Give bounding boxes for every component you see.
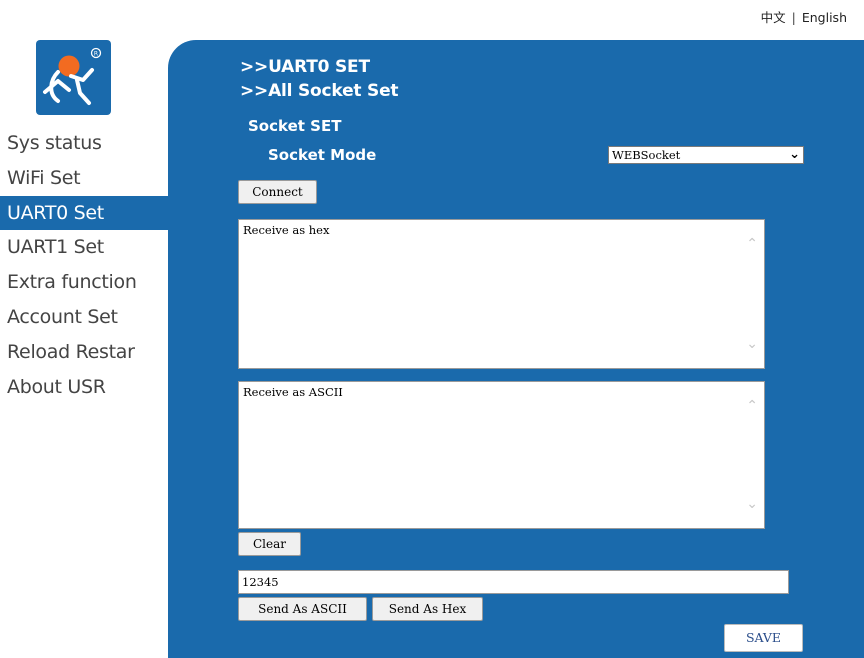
section-title-socket-set: Socket SET xyxy=(248,117,342,135)
receive-ascii-textarea[interactable]: Receive as ASCII ⌃ ⌄ xyxy=(238,381,765,529)
breadcrumb-uart0-set[interactable]: >>UART0 SET xyxy=(240,57,370,77)
receive-ascii-text: Receive as ASCII xyxy=(243,385,343,399)
scroll-up-icon[interactable]: ⌃ xyxy=(746,236,758,252)
usr-logo: R xyxy=(36,40,111,115)
lang-separator: | xyxy=(791,10,796,25)
send-as-ascii-button[interactable]: Send As ASCII xyxy=(238,597,367,621)
send-data-input[interactable]: 12345 xyxy=(238,570,789,594)
usr-person-logo-icon: R xyxy=(43,47,102,105)
scroll-down-icon[interactable]: ⌄ xyxy=(746,496,758,512)
sidebar-item-uart1-set[interactable]: UART1 Set xyxy=(0,230,168,265)
sidebar-item-uart0-set[interactable]: UART0 Set xyxy=(0,196,168,230)
sidebar-item-wifi-set[interactable]: WiFi Set xyxy=(0,161,168,196)
connect-button[interactable]: Connect xyxy=(238,180,317,204)
sidebar-item-extra-function[interactable]: Extra function xyxy=(0,265,168,300)
socket-mode-select[interactable]: WEBSocket ⌄ xyxy=(608,146,804,164)
send-as-hex-button[interactable]: Send As Hex xyxy=(372,597,483,621)
socket-mode-value: WEBSocket xyxy=(612,148,681,162)
chevron-down-icon: ⌄ xyxy=(789,147,800,162)
receive-hex-text: Receive as hex xyxy=(243,223,330,237)
svg-text:R: R xyxy=(94,51,98,58)
sidebar-nav: Sys status WiFi Set UART0 Set UART1 Set … xyxy=(0,126,168,405)
breadcrumb-all-socket-set[interactable]: >>All Socket Set xyxy=(240,81,399,101)
lang-chinese-link[interactable]: 中文 xyxy=(761,10,786,25)
sidebar-item-about-usr[interactable]: About USR xyxy=(0,370,168,405)
socket-mode-label: Socket Mode xyxy=(268,146,377,164)
clear-button[interactable]: Clear xyxy=(238,532,301,556)
scroll-up-icon[interactable]: ⌃ xyxy=(746,398,758,414)
lang-english-link[interactable]: English xyxy=(802,10,847,25)
receive-hex-textarea[interactable]: Receive as hex ⌃ ⌄ xyxy=(238,219,765,369)
scroll-down-icon[interactable]: ⌄ xyxy=(746,336,758,352)
sidebar-item-reload-restart[interactable]: Reload Restar xyxy=(0,335,168,370)
save-button[interactable]: SAVE xyxy=(724,624,803,652)
sidebar-item-sys-status[interactable]: Sys status xyxy=(0,126,168,161)
sidebar-item-account-set[interactable]: Account Set xyxy=(0,300,168,335)
language-switcher: 中文 | English xyxy=(761,7,847,26)
